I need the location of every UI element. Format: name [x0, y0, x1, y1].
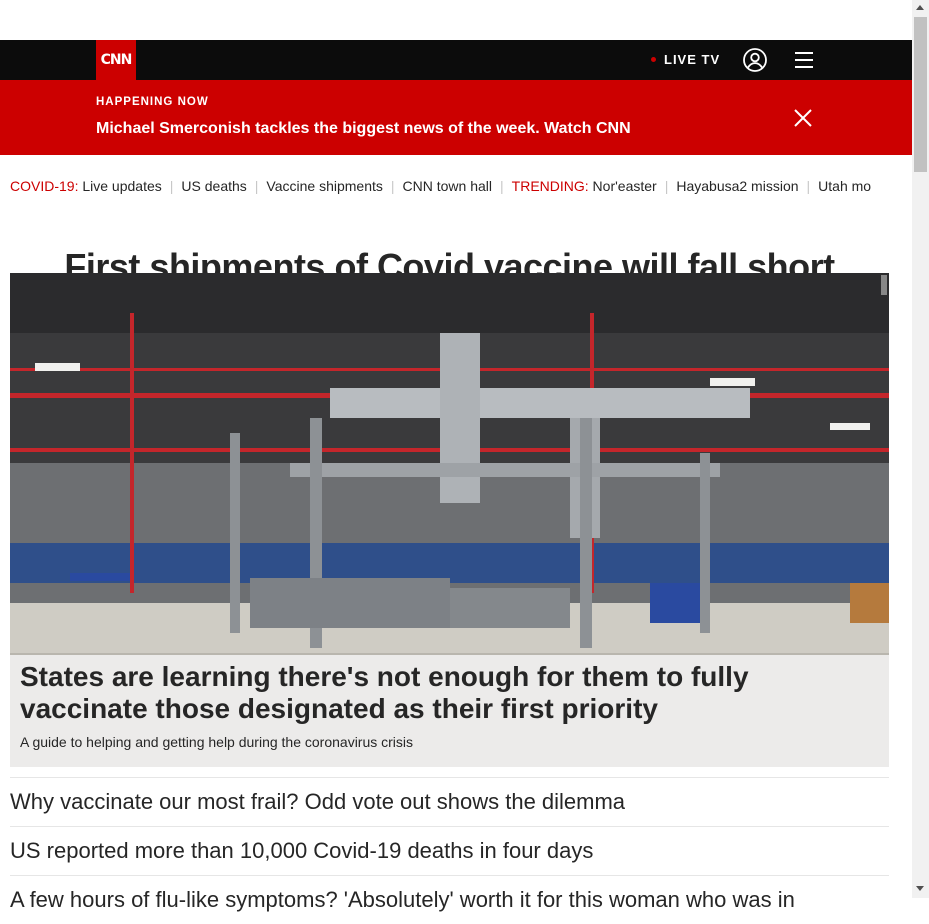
top-nav-bar: CNN LIVE TV: [0, 40, 912, 80]
trending-bar: COVID-19: Live updates | US deaths | Vaccine…: [10, 176, 872, 196]
banner-link[interactable]: Michael Smerconish tackles the biggest n…: [96, 120, 631, 138]
trending-label: TRENDING:: [511, 178, 589, 194]
trending-link[interactable]: Vaccine shipments: [266, 176, 382, 196]
hero-caption: States are learning there's not enough f…: [10, 655, 889, 767]
hero-subtitle[interactable]: A guide to helping and getting help duri…: [20, 734, 413, 750]
scrollbar-thumb[interactable]: [914, 17, 927, 172]
scroll-down-arrow-icon[interactable]: [916, 886, 924, 891]
vertical-scrollbar[interactable]: [912, 0, 929, 898]
hero-title[interactable]: States are learning there's not enough f…: [20, 661, 870, 725]
story-link[interactable]: A few hours of flu-like symptoms? 'Absol…: [10, 875, 889, 924]
live-indicator-dot: [651, 57, 656, 62]
hero-story[interactable]: States are learning there's not enough f…: [10, 273, 889, 767]
story-link[interactable]: US reported more than 10,000 Covid-19 de…: [10, 826, 889, 875]
trending-link[interactable]: Nor'easter: [593, 176, 657, 196]
trending-link[interactable]: Utah mo: [818, 176, 871, 196]
scroll-up-arrow-icon[interactable]: [916, 5, 924, 10]
trending-link[interactable]: CNN town hall: [403, 176, 492, 196]
trending-link[interactable]: Hayabusa2 mission: [676, 176, 798, 196]
covid-label: COVID-19:: [10, 178, 79, 194]
user-icon[interactable]: [743, 48, 767, 72]
happening-now-label: HAPPENING NOW: [96, 96, 209, 108]
story-link[interactable]: Why vaccinate our most frail? Odd vote o…: [10, 777, 889, 826]
hamburger-menu-icon[interactable]: [794, 50, 814, 70]
live-tv-link[interactable]: LIVE TV: [664, 40, 720, 80]
happening-now-banner[interactable]: HAPPENING NOW Michael Smerconish tackles…: [0, 80, 912, 155]
photo-credit: [881, 275, 887, 295]
close-icon[interactable]: [793, 108, 813, 128]
trending-link[interactable]: Live updates: [82, 176, 161, 196]
cnn-logo[interactable]: CNN: [96, 40, 136, 80]
trending-link[interactable]: US deaths: [181, 176, 246, 196]
